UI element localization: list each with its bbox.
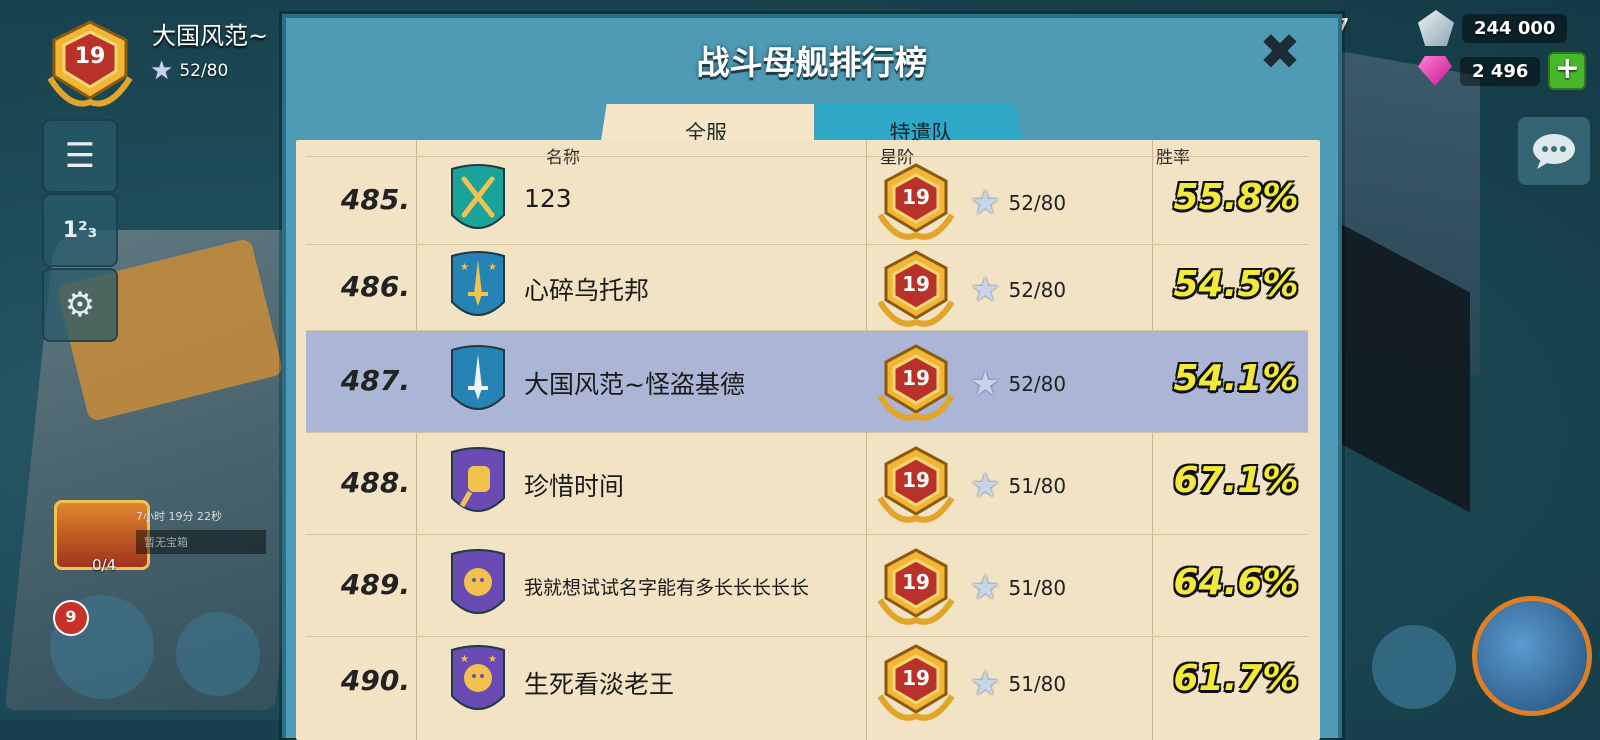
row-stars: ★ 51/80 (970, 664, 1066, 704)
svg-text:★: ★ (460, 262, 469, 273)
podium-icon: 1²₃ (62, 217, 98, 243)
rank-badge-icon: 19 (874, 548, 958, 626)
rank-badge-level: 19 (902, 366, 930, 390)
rank-badge-icon: 19 (874, 644, 958, 722)
rank-badge-level: 19 (902, 666, 930, 690)
star-icon: ★ (970, 270, 1001, 310)
row-rank: 489. (340, 568, 410, 601)
svg-text:★: ★ (488, 654, 497, 665)
gear-icon: ⚙ (64, 285, 96, 325)
chest-count: 0/4 (92, 556, 117, 574)
upgrade-button[interactable] (176, 612, 260, 696)
player-stars: ★ 52/80 (150, 56, 228, 86)
row-win-rate: 54.1% (1173, 358, 1299, 399)
table-row[interactable]: 488. 珍惜时间 19 ★ 51/80 67.1% (306, 432, 1308, 535)
iron-icon (1418, 10, 1454, 46)
rank-badge-level: 19 (902, 468, 930, 492)
row-win-rate: 55.8% (1173, 177, 1299, 218)
chest-timer: 7小时 19分 22秒 (136, 510, 222, 523)
row-stars: ★ 51/80 (970, 466, 1066, 506)
leaderboard-modal: 战斗母舰排行榜 ✖ 全服 特遣队 名称 星阶 胜率 485. 123 19 ★ 52/8… (282, 14, 1342, 740)
row-name: 珍惜时间 (524, 472, 625, 501)
row-rank: 490. (340, 664, 410, 697)
svg-text:★: ★ (460, 654, 469, 665)
gem-value: 2 496 (1460, 56, 1541, 86)
gem-resource: 2 496 + (1418, 52, 1587, 90)
row-rank: 486. (340, 270, 410, 303)
row-stars: ★ 52/80 (970, 183, 1066, 223)
chat-bubble-icon (1533, 134, 1575, 169)
player-stars-value: 52/80 (179, 61, 229, 81)
row-name: 心碎乌托邦 (524, 276, 650, 305)
row-stars-value: 51/80 (1008, 474, 1067, 498)
close-button[interactable]: ✖ (1256, 27, 1304, 78)
gem-icon (1418, 56, 1452, 86)
row-stars: ★ 51/80 (970, 568, 1066, 608)
row-name: 生死看淡老王 (524, 670, 675, 699)
rank-badge-level: 19 (902, 570, 930, 594)
lion-icon (448, 548, 508, 624)
row-rank: 487. (340, 364, 410, 397)
row-stars-value: 51/80 (1008, 672, 1067, 696)
hamburger-icon: ☰ (64, 136, 96, 176)
star-icon: ★ (970, 364, 1001, 404)
menu-button[interactable]: ☰ (42, 119, 118, 193)
player-name: 大国风范~ (152, 22, 269, 50)
crossed-rifles-icon (448, 163, 508, 239)
row-name: 123 (524, 184, 572, 213)
row-win-rate: 54.5% (1173, 264, 1299, 305)
map-button[interactable] (1372, 625, 1456, 709)
star-icon: ★ (970, 183, 1001, 223)
row-win-rate: 67.1% (1173, 460, 1299, 501)
iron-resource: 244 000 (1418, 10, 1568, 46)
row-stars: ★ 52/80 (970, 364, 1066, 404)
row-win-rate: 64.6% (1173, 562, 1299, 603)
table-row[interactable]: 485. 123 19 ★ 52/80 55.8% (306, 156, 1308, 245)
rank-badge-icon: 19 (874, 163, 958, 241)
rank-badge-icon: 19 (874, 250, 958, 328)
settings-button[interactable]: ⚙ (42, 268, 118, 342)
svg-text:★: ★ (488, 262, 497, 273)
table-row[interactable]: 489. 我就想试试名字能有多长长长长长 19 ★ 51/80 64.6% (306, 534, 1308, 637)
row-stars-value: 52/80 (1008, 191, 1067, 215)
attack-button[interactable] (1472, 596, 1592, 716)
row-rank: 488. (340, 466, 410, 499)
table-row[interactable]: 490. ★ ★ 生死看淡老王 19 ★ 51/80 61.7% (306, 636, 1308, 727)
troops-badge: 9 (53, 600, 89, 636)
rank-badge-level: 19 (902, 272, 930, 296)
rank-badge-level: 19 (902, 185, 930, 209)
dagger-stars-icon: ★ ★ (448, 250, 508, 326)
leaderboard-button[interactable]: 1²₃ (42, 193, 118, 267)
fist-icon (448, 446, 508, 522)
row-stars: ★ 52/80 (970, 270, 1066, 310)
modal-title: 战斗母舰排行榜 (696, 43, 928, 82)
lion-stars-icon: ★ ★ (448, 644, 508, 720)
table-row-self[interactable]: 487. 大国风范~怪盗基德 19 ★ 52/80 54.1% (306, 330, 1308, 433)
row-stars-value: 52/80 (1008, 278, 1067, 302)
row-name: 大国风范~怪盗基德 (524, 370, 745, 399)
row-win-rate: 61.7% (1173, 658, 1299, 699)
star-icon: ★ (970, 466, 1001, 506)
row-stars-value: 51/80 (1008, 576, 1067, 600)
chest-info: 7小时 19分 22秒 暂无宝箱 (136, 508, 266, 554)
iron-value: 244 000 (1462, 13, 1568, 43)
player-level-number: 19 (74, 44, 106, 69)
row-rank: 485. (340, 183, 410, 216)
star-icon: ★ (970, 664, 1001, 704)
star-icon: ★ (150, 56, 174, 86)
dagger-icon (448, 344, 508, 420)
star-icon: ★ (970, 568, 1001, 608)
rank-badge-icon: 19 (874, 344, 958, 422)
add-gems-button[interactable]: + (1548, 52, 1587, 90)
rank-badge-icon: 19 (874, 446, 958, 524)
chest-status: 暂无宝箱 (136, 530, 266, 554)
row-name: 我就想试试名字能有多长长长长长 (524, 577, 810, 599)
row-stars-value: 52/80 (1008, 372, 1067, 396)
table-row[interactable]: 486. ★ ★ 心碎乌托邦 19 ★ 52/80 54.5% (306, 244, 1308, 331)
close-icon: ✖ (1259, 23, 1301, 81)
chat-button[interactable] (1518, 117, 1590, 185)
player-level-badge[interactable]: 19 (40, 18, 140, 110)
